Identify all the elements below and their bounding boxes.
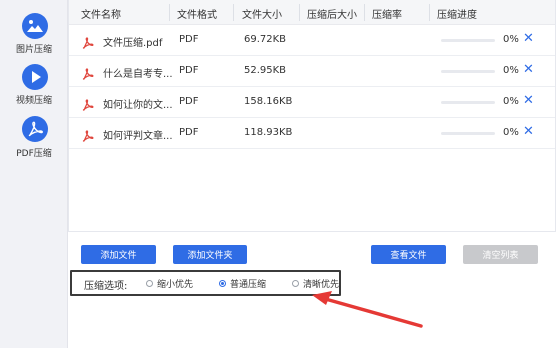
annotation-arrow — [312, 291, 423, 328]
